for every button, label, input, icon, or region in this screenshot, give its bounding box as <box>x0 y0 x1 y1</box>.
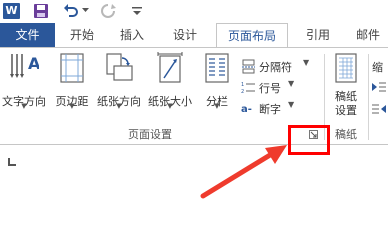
tab-insert[interactable]: 插入 <box>110 23 154 47</box>
svg-text:A: A <box>28 54 39 73</box>
tab-mailings[interactable]: 邮件 <box>348 23 388 47</box>
hyphenation-icon: a- <box>241 104 252 115</box>
chevron-down-icon: ▼ <box>69 102 75 110</box>
chevron-down-icon: ▼ <box>288 100 295 109</box>
indent-left-icon[interactable] <box>372 81 386 94</box>
chevron-down-icon: ▼ <box>167 102 173 110</box>
manuscript-settings-label-line2: 设置 <box>335 104 357 117</box>
columns-icon <box>205 53 229 83</box>
svg-text:1: 1 <box>241 82 244 88</box>
manuscript-icon <box>335 53 357 83</box>
chevron-down-icon: ▼ <box>116 102 122 110</box>
tab-home[interactable]: 开始 <box>60 23 104 47</box>
breaks-icon <box>242 59 255 74</box>
breaks-button[interactable]: 分隔符 ▼ <box>241 57 311 77</box>
redo-icon[interactable] <box>99 2 117 20</box>
title-bar: W <box>0 0 388 23</box>
save-icon[interactable] <box>33 3 49 19</box>
undo-dropdown-icon[interactable] <box>82 7 89 13</box>
size-button[interactable]: 纸张大小 ▼ <box>146 50 194 112</box>
document-area[interactable] <box>0 145 388 220</box>
paper-size-icon <box>157 52 183 83</box>
indent-right-icon[interactable] <box>372 103 386 116</box>
manuscript-settings-button[interactable]: 稿纸 设置 <box>327 50 365 126</box>
manuscript-group-label: 稿纸 <box>335 128 357 141</box>
chevron-down-icon: ▼ <box>288 79 295 88</box>
chevron-down-icon: ▼ <box>21 102 27 110</box>
tab-stop-icon[interactable] <box>8 158 16 166</box>
ribbon-tabs: 文件 开始 插入 设计 页面布局 引用 邮件 <box>0 23 388 48</box>
tab-references[interactable]: 引用 <box>296 23 340 47</box>
margins-icon <box>60 53 84 83</box>
customize-qat-icon[interactable] <box>131 4 143 18</box>
undo-icon[interactable] <box>62 2 80 20</box>
line-numbers-icon: 1 2 <box>241 82 255 95</box>
word-icon: W <box>3 3 20 19</box>
annotation-arrow-icon <box>200 145 287 199</box>
group-separator <box>368 54 369 140</box>
hyphenation-label: 断字 <box>259 103 281 116</box>
tab-design[interactable]: 设计 <box>163 23 207 47</box>
indent-label-partial: 缩 <box>372 61 383 74</box>
chevron-down-icon: ▼ <box>303 58 310 67</box>
hyphenation-button[interactable]: a- 断字 ▼ <box>241 99 311 119</box>
columns-button[interactable]: 分栏 ▼ <box>198 50 236 112</box>
svg-text:2: 2 <box>241 89 244 95</box>
margins-button[interactable]: 页边距 ▼ <box>50 50 94 112</box>
line-numbers-label: 行号 <box>259 82 281 95</box>
text-direction-button[interactable]: A 文字方向 ▼ <box>0 50 48 112</box>
breaks-label: 分隔符 <box>259 61 292 74</box>
orientation-button[interactable]: 纸张方向 ▼ <box>95 50 143 112</box>
orientation-icon <box>106 53 133 81</box>
line-numbers-button[interactable]: 1 2 行号 ▼ <box>241 78 311 98</box>
tab-file[interactable]: 文件 <box>0 23 55 47</box>
chevron-down-icon: ▼ <box>214 102 220 110</box>
svg-text:a-: a- <box>241 104 252 115</box>
text-direction-icon: A <box>10 54 39 78</box>
tab-page-layout[interactable]: 页面布局 <box>216 23 288 48</box>
